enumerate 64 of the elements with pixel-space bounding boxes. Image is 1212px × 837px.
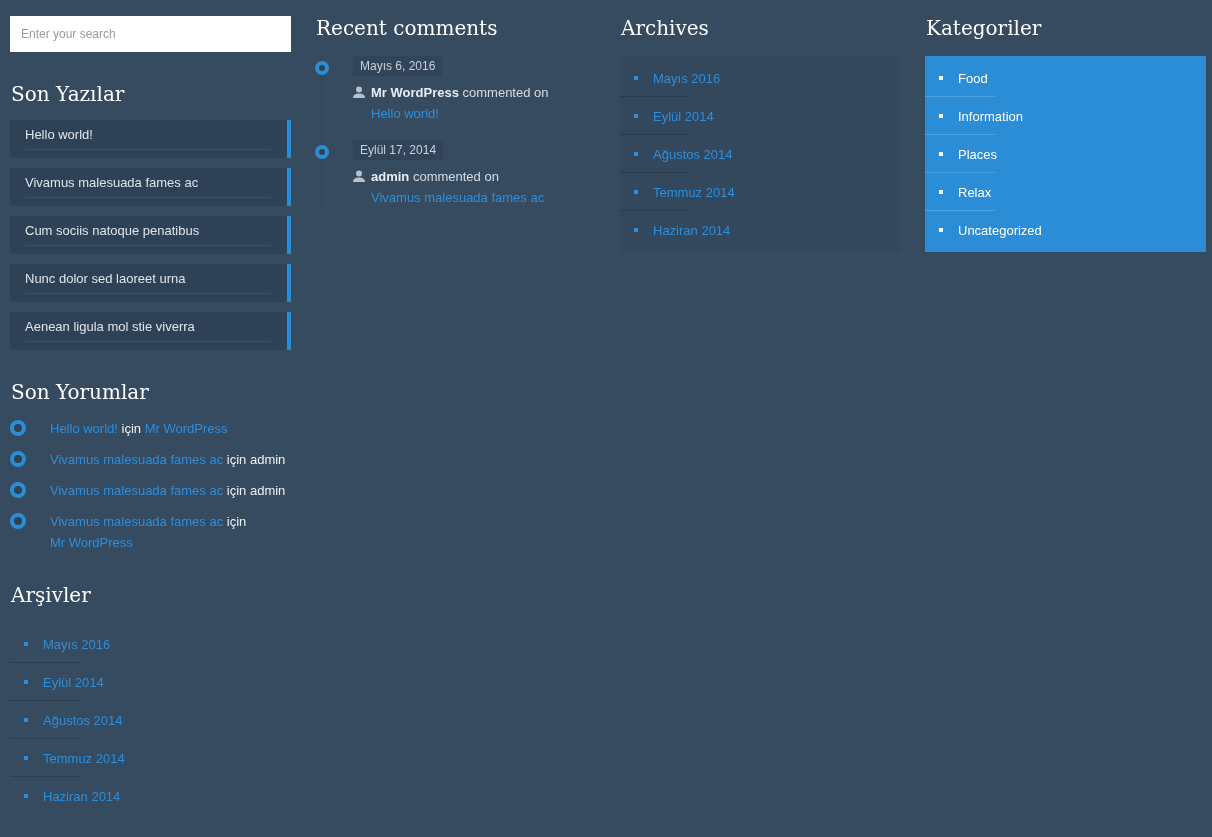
widget-title: Arşivler (11, 583, 92, 607)
comment-text: Hello world! için Mr WordPress (50, 420, 228, 438)
bullet-icon (939, 152, 943, 156)
archive-link[interactable]: Temmuz 2014 (653, 184, 735, 200)
category-link[interactable]: Uncategorized (958, 222, 1042, 238)
comment-link[interactable]: Vivamus malesuada fames ac (50, 514, 224, 529)
widget-title: Recent comments (316, 16, 499, 40)
bullet-icon (24, 756, 28, 760)
widget-title: Son Yorumlar (11, 380, 150, 404)
bullet-icon (939, 228, 943, 232)
comment-text: Vivamus malesuada fames ac için Mr WordPress (50, 513, 248, 552)
comment-link[interactable]: Hello world! (50, 421, 118, 436)
category-link[interactable]: Relax (958, 184, 992, 200)
archive-link[interactable]: Temmuz 2014 (43, 750, 125, 766)
comment-link[interactable]: Vivamus malesuada fames ac (50, 483, 224, 498)
comment-text: Vivamus malesuada fames ac için admin (50, 451, 286, 469)
comment-text: admin commented on Vivamus malesuada fames ac (371, 168, 546, 207)
circle-icon (10, 513, 26, 529)
circle-icon (10, 482, 26, 498)
bullet-icon (939, 76, 943, 80)
post-link[interactable]: Vivamus malesuada fames ac (10, 168, 291, 206)
category-link[interactable]: Food (958, 70, 988, 86)
archive-link[interactable]: Ağustos 2014 (653, 146, 733, 162)
widget-title: Son Yazılar (11, 82, 126, 106)
search-field[interactable]: Enter your search (10, 16, 291, 52)
comment-link[interactable]: Mr WordPress (144, 421, 228, 436)
post-link[interactable]: Aenean ligula mol stie viverra (10, 312, 291, 350)
comment-text: Mr WordPress commented on Hello world! (371, 84, 550, 123)
archive-link[interactable]: Eylül 2014 (653, 108, 714, 124)
circle-icon (10, 451, 26, 467)
comment-date: Mayıs 6, 2016 (353, 56, 443, 76)
post-link[interactable]: Nunc dolor sed laoreet urna (10, 264, 291, 302)
bullet-icon (24, 718, 28, 722)
widget-title: Kategoriler (926, 16, 1043, 40)
category-link[interactable]: Information (958, 108, 1024, 124)
archive-link[interactable]: Mayıs 2016 (653, 70, 721, 86)
archive-link[interactable]: Ağustos 2014 (43, 712, 123, 728)
bullet-icon (634, 76, 638, 80)
comment-link[interactable]: Mr WordPress (50, 535, 133, 550)
post-link[interactable]: Cum sociis natoque penatibus (10, 216, 291, 254)
bullet-icon (939, 114, 943, 118)
archive-link[interactable]: Haziran 2014 (43, 788, 121, 804)
bullet-icon (939, 190, 943, 194)
comment-date: Eylül 17, 2014 (353, 140, 444, 160)
bullet-icon (634, 190, 638, 194)
widget-title: Archives (621, 16, 710, 40)
archive-link[interactable]: Eylül 2014 (43, 674, 104, 690)
bullet-icon (24, 680, 28, 684)
bullet-icon (634, 114, 638, 118)
comment-link[interactable]: Vivamus malesuada fames ac (371, 190, 545, 205)
post-link[interactable]: Hello world! (10, 120, 291, 158)
category-link[interactable]: Places (958, 146, 998, 162)
archive-link[interactable]: Mayıs 2016 (43, 636, 111, 652)
bullet-icon (634, 228, 638, 232)
comment-link[interactable]: Hello world! (371, 106, 439, 121)
comment-link[interactable]: Vivamus malesuada fames ac (50, 452, 224, 467)
circle-icon (10, 420, 26, 436)
bullet-icon (24, 642, 28, 646)
comment-text: Vivamus malesuada fames ac için admin (50, 482, 286, 500)
bullet-icon (634, 152, 638, 156)
user-icon (353, 86, 365, 98)
archive-link[interactable]: Haziran 2014 (653, 222, 731, 238)
bullet-icon (24, 794, 28, 798)
user-icon (353, 170, 365, 182)
